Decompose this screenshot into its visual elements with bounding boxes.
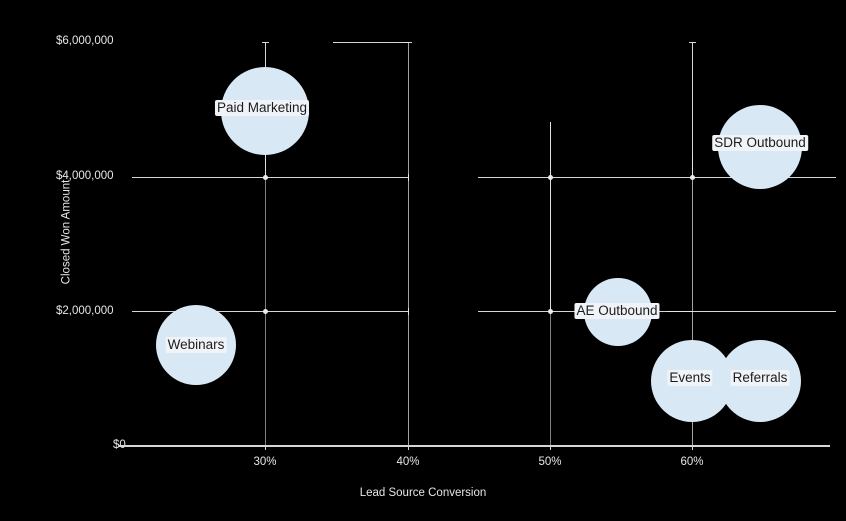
bubble-paid-marketing[interactable] (221, 67, 309, 155)
errorbar-cap-top-paid-marketing (262, 42, 269, 43)
bubble-sdr-outbound[interactable] (718, 105, 802, 189)
errorbar-horizontal-2m-right (667, 311, 836, 312)
bubble-ae-outbound[interactable] (584, 278, 652, 346)
data-point-webinars[interactable] (262, 308, 268, 314)
bubble-referrals[interactable] (719, 340, 801, 422)
errorbar-horizontal-top-40pct (333, 42, 409, 43)
gridline-vertical-40pct (408, 42, 409, 445)
bubble-chart: $6,000,000 $4,000,000 $2,000,000 $0 Clos… (0, 0, 846, 521)
gridline-vertical-30pct (265, 155, 266, 445)
bubble-webinars[interactable] (156, 305, 236, 385)
errorbar-horizontal-paid-marketing (132, 177, 408, 178)
errorbar-cap-top-sdr-outbound (689, 42, 696, 43)
plot-area: Paid Marketing Webinars AE Outbound SDR … (0, 0, 846, 521)
gridline-vertical-50pct (550, 122, 551, 445)
